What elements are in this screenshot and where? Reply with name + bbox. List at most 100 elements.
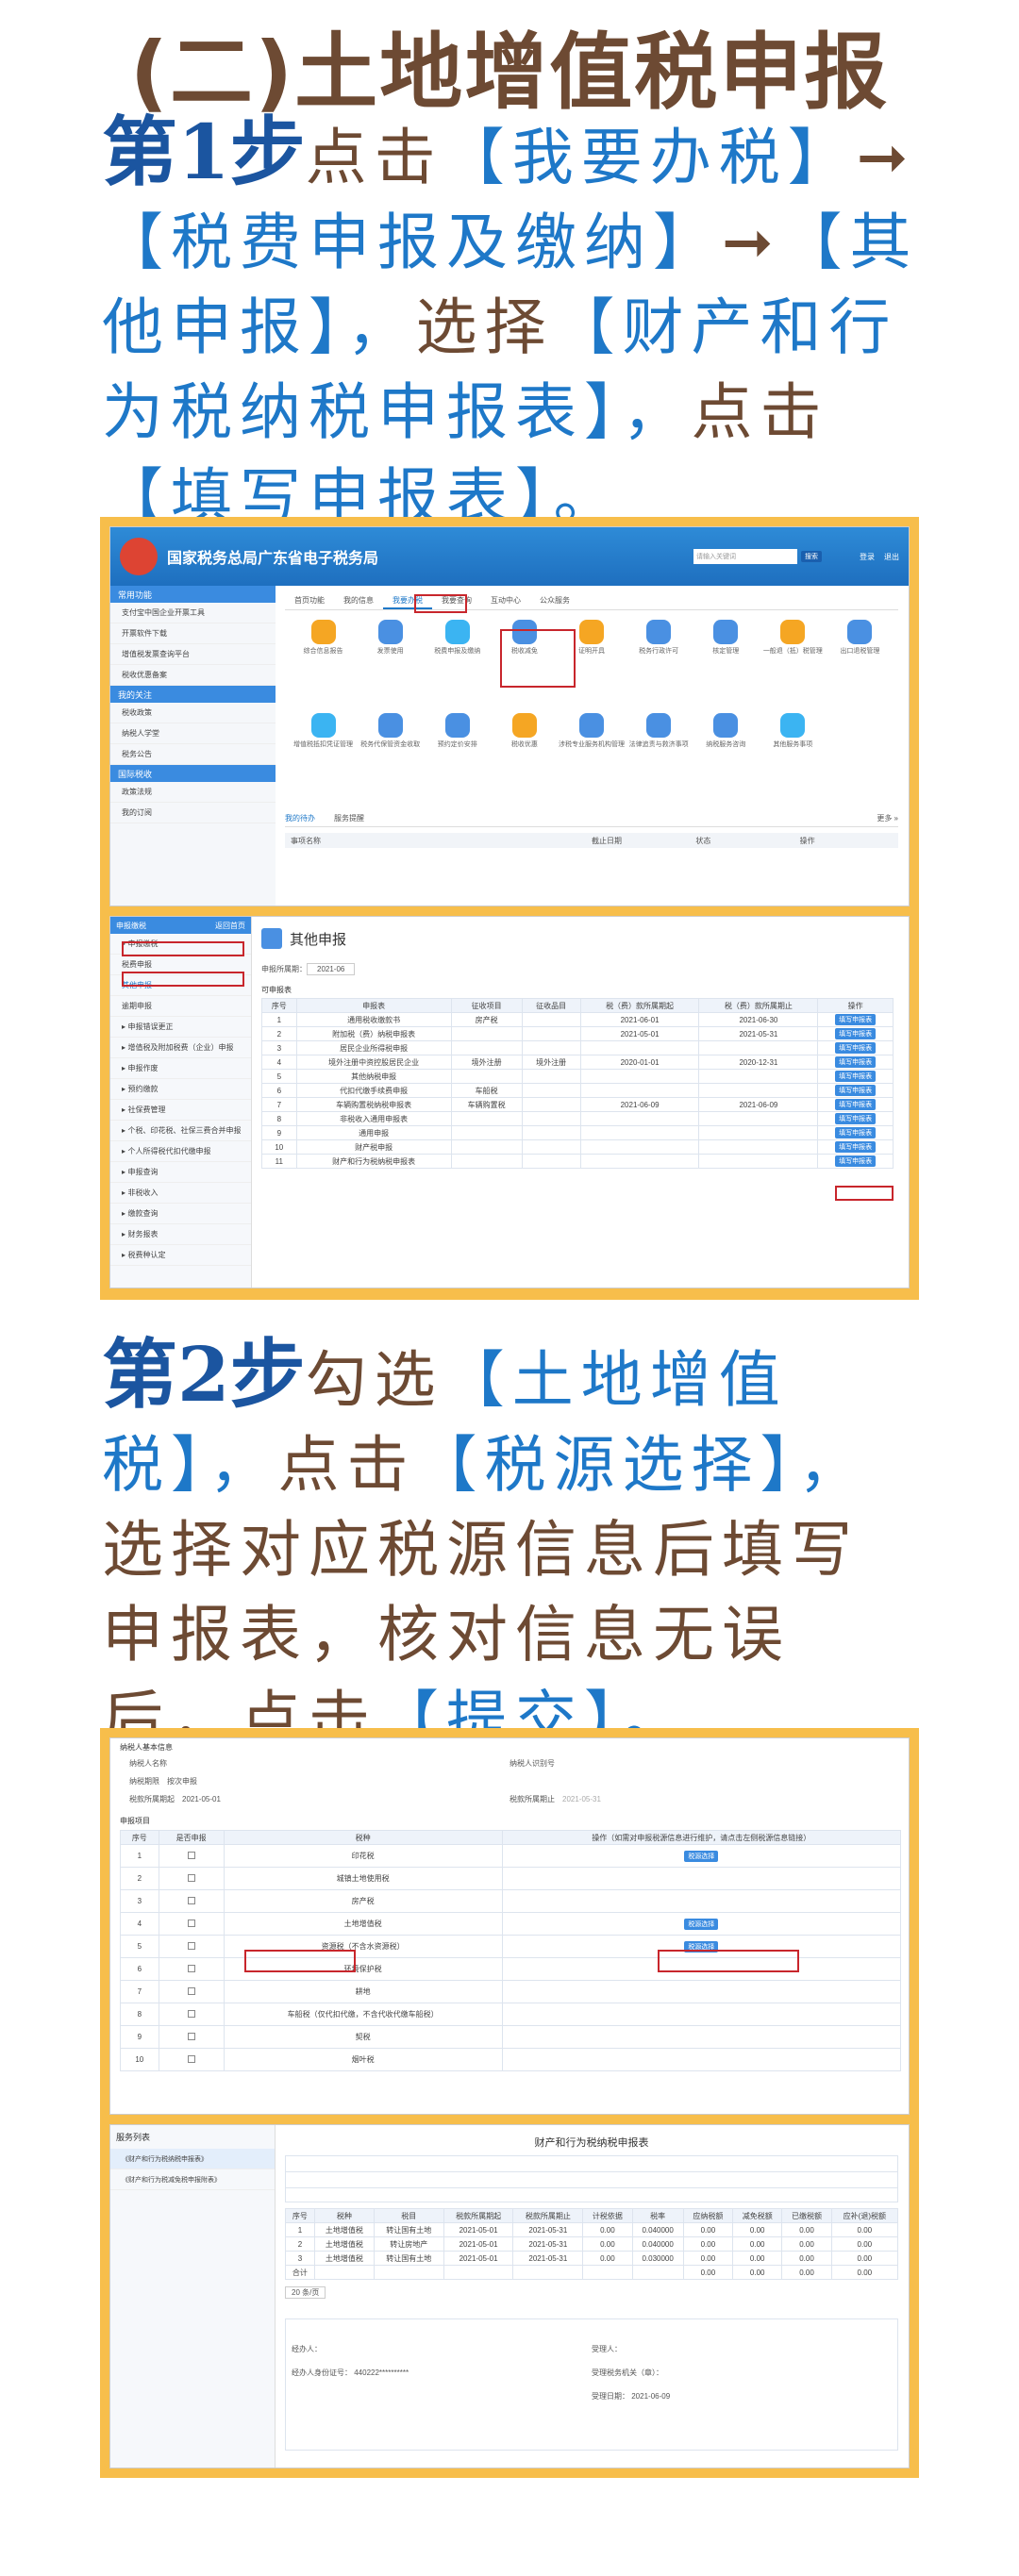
portal-tab[interactable]: 首页功能: [285, 591, 334, 609]
tab-todo[interactable]: 我的待办: [285, 813, 315, 823]
service-tile[interactable]: 其他服务事项: [760, 713, 827, 799]
service-tile[interactable]: 增值税抵扣凭证管理: [290, 713, 357, 799]
service-tile[interactable]: 法律追责与救济事项: [626, 713, 693, 799]
start-date[interactable]: 2021-05-01: [182, 1795, 221, 1803]
declare-checkbox[interactable]: [187, 2032, 195, 2040]
fill-form-button[interactable]: 填写申报表: [835, 1014, 877, 1025]
portal-tab[interactable]: 互动中心: [481, 591, 530, 609]
column-header: 操作（如需对申报税源信息进行维护，请点击左侧税源信息链接）: [501, 1830, 902, 1845]
table-row: 9 通用申报 填写申报表: [261, 1125, 894, 1140]
fill-form-button[interactable]: 填写申报表: [835, 1155, 877, 1167]
step1-t2: 【我要办税】: [443, 123, 857, 193]
fill-form-button[interactable]: 填写申报表: [835, 1085, 877, 1096]
search-input[interactable]: 请输入关键词: [693, 549, 797, 564]
highlight-checkbox: [244, 1950, 356, 1972]
fill-form-button[interactable]: 填写申报表: [835, 1071, 877, 1082]
service-tile[interactable]: 综合信息报告: [290, 620, 357, 706]
declare-checkbox[interactable]: [187, 1919, 195, 1927]
fill-form-button[interactable]: 填写申报表: [835, 1042, 877, 1054]
service-tile[interactable]: 税费申报及缴纳: [424, 620, 491, 706]
sidebar-item[interactable]: 我的订阅: [110, 803, 276, 823]
tax-source-button[interactable]: 税源选择: [684, 1918, 719, 1930]
service-tile[interactable]: 税收优惠: [491, 713, 558, 799]
sidebar-item[interactable]: ▸ 申报作废: [110, 1058, 251, 1079]
sidebar-item[interactable]: ▸ 社保费管理: [110, 1100, 251, 1121]
fill-form-button[interactable]: 填写申报表: [835, 1056, 877, 1068]
period-type-select[interactable]: 按次申报: [167, 1777, 197, 1786]
sidebar-item[interactable]: 逾期申报: [110, 996, 251, 1017]
table-cell: 填写申报表: [817, 1125, 894, 1140]
service-tile[interactable]: 税务行政许可: [626, 620, 693, 706]
fill-form-button[interactable]: 填写申报表: [835, 1127, 877, 1138]
sidebar-item[interactable]: ▸ 税费种认定: [110, 1245, 251, 1266]
table-cell: 0.040000: [631, 2236, 684, 2252]
column-header: 税种: [313, 2208, 375, 2223]
tab-notice[interactable]: 服务提醒: [334, 813, 364, 823]
other-declaration-screenshot: 申报缴税 返回首页 ▸ 申报缴税 税费申报 其他申报 逾期申报 ▸ 申报错误更正 ▸…: [109, 916, 910, 1288]
step2-t1: 勾选: [305, 1345, 443, 1416]
sidebar-item[interactable]: ▸ 缴款查询: [110, 1204, 251, 1224]
declare-checkbox[interactable]: [187, 1896, 195, 1904]
table-cell: 税源选择: [501, 1912, 902, 1936]
sidebar-item[interactable]: ▸ 个人所得税代扣代缴申报: [110, 1141, 251, 1162]
declare-checkbox[interactable]: [187, 1873, 195, 1882]
service-list-item[interactable]: 《财产和行为税纳税申报表》: [110, 2149, 275, 2169]
column-header: 序号: [261, 998, 297, 1013]
portal-header: 国家税务总局广东省电子税务局 请输入关键词 搜索 登录 退出: [110, 527, 909, 586]
login-link[interactable]: 登录: [860, 552, 875, 562]
declare-checkbox[interactable]: [187, 1986, 195, 1995]
period-input[interactable]: 2021-06: [307, 963, 356, 975]
declare-checkbox[interactable]: [187, 1964, 195, 1972]
sidebar-item[interactable]: 纳税人学堂: [110, 723, 276, 744]
table-cell: 0.00: [781, 2251, 832, 2266]
table-cell: 0.00: [830, 2236, 899, 2252]
sidebar-item[interactable]: 税收政策: [110, 703, 276, 723]
sidebar-item[interactable]: ▸ 申报查询: [110, 1162, 251, 1183]
tax-source-button[interactable]: 税源选择: [684, 1850, 719, 1862]
sidebar-item[interactable]: ▸ 增值税及附加税费（企业）申报: [110, 1038, 251, 1058]
portal-tab[interactable]: 公众服务: [530, 591, 579, 609]
service-tile[interactable]: 核定管理: [693, 620, 760, 706]
service-tile[interactable]: 税务代保管资金收取: [357, 713, 424, 799]
table-cell: 填写申报表: [817, 1040, 894, 1055]
sidebar-item[interactable]: 支付宝中国企业开票工具: [110, 603, 276, 623]
declare-checkbox[interactable]: [187, 2009, 195, 2018]
table-cell: 转让国有土地: [373, 2251, 444, 2266]
fill-form-button[interactable]: 填写申报表: [835, 1099, 877, 1110]
service-list-item[interactable]: 《财产和行为税减免税申报附表》: [110, 2169, 275, 2190]
search-button[interactable]: 搜索: [801, 551, 822, 562]
exit-link[interactable]: 退出: [884, 552, 899, 562]
sidebar-header: 常用功能: [110, 586, 276, 603]
more-link[interactable]: 更多 »: [877, 813, 898, 823]
sidebar-item[interactable]: ▸ 非税收入: [110, 1183, 251, 1204]
portal-tab[interactable]: 我的信息: [334, 591, 383, 609]
end-date[interactable]: 2021-05-31: [562, 1795, 601, 1803]
service-tile[interactable]: 纳税服务咨询: [693, 713, 760, 799]
service-label: 一般退（抵）税管理: [762, 648, 823, 655]
declare-checkbox[interactable]: [187, 1851, 195, 1859]
sidebar-item[interactable]: 开票软件下载: [110, 623, 276, 644]
sidebar-item[interactable]: ▸ 财务报表: [110, 1224, 251, 1245]
fill-form-button[interactable]: 填写申报表: [835, 1113, 877, 1124]
fill-form-button[interactable]: 填写申报表: [835, 1028, 877, 1039]
service-tile[interactable]: 预约定价安排: [424, 713, 491, 799]
table-cell: 税源选择: [501, 1844, 902, 1868]
service-tile[interactable]: 出口退税管理: [827, 620, 894, 706]
service-list-sidebar: 服务列表 《财产和行为税纳税申报表》 《财产和行为税减免税申报附表》: [110, 2125, 276, 2468]
declare-checkbox[interactable]: [187, 1941, 195, 1950]
service-tile[interactable]: 涉税专业服务机构管理: [558, 713, 625, 799]
back-home-link[interactable]: 返回首页: [215, 921, 245, 931]
sidebar-item[interactable]: 增值税发票查询平台: [110, 644, 276, 665]
sidebar-item[interactable]: ▸ 个税、印花税、社保三费合并申报: [110, 1121, 251, 1141]
sidebar-item[interactable]: ▸ 申报错误更正: [110, 1017, 251, 1038]
sidebar-item[interactable]: 税务公告: [110, 744, 276, 765]
service-tile[interactable]: 发票使用: [357, 620, 424, 706]
sidebar-item[interactable]: 政策法规: [110, 782, 276, 803]
service-tile[interactable]: 一般退（抵）税管理: [760, 620, 827, 706]
page-size-select[interactable]: 20 条/页: [285, 2286, 326, 2299]
sidebar-item[interactable]: 税收优惠备案: [110, 665, 276, 686]
portal-tabs: 首页功能 我的信息 我要办税 我要查询 互动中心 公众服务: [285, 591, 898, 610]
declare-checkbox[interactable]: [187, 2054, 195, 2063]
sidebar-item[interactable]: ▸ 预约缴款: [110, 1079, 251, 1100]
fill-form-button[interactable]: 填写申报表: [835, 1141, 877, 1153]
